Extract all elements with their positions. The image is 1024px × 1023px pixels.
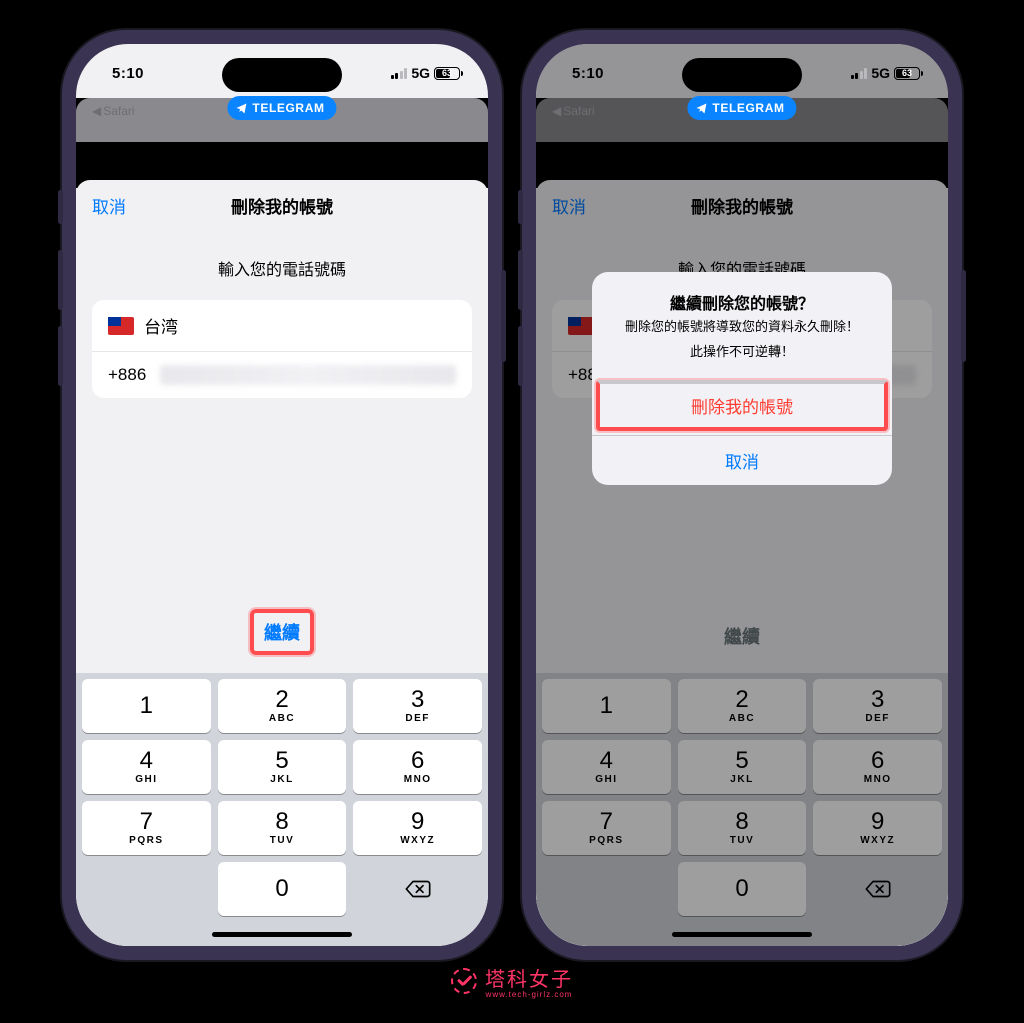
telegram-icon bbox=[235, 102, 247, 114]
numeric-keypad: 1 2ABC 3DEF 4GHI 5JKL 6MNO 7PQRS 8TUV 9W… bbox=[76, 673, 488, 922]
volume-switch bbox=[518, 190, 523, 224]
phone-row[interactable]: +886 bbox=[92, 351, 472, 398]
phone-input-card: 台湾 +886 bbox=[92, 300, 472, 398]
continue-button[interactable]: 繼續 bbox=[250, 609, 314, 655]
nav-bar: 取消 刪除我的帳號 bbox=[76, 180, 488, 230]
volume-up bbox=[58, 250, 63, 310]
dynamic-island bbox=[222, 58, 342, 92]
back-to-safari[interactable]: ◀ Safari bbox=[552, 104, 595, 118]
key-4[interactable]: 4GHI bbox=[82, 740, 211, 794]
alert-title: 繼續刪除您的帳號？ bbox=[608, 290, 876, 314]
network-label: 5G bbox=[411, 65, 430, 81]
watermark-url: www.tech-girlz.com bbox=[485, 990, 573, 999]
watermark-brand: 塔科女子 bbox=[485, 969, 573, 991]
key-9[interactable]: 9WXYZ bbox=[353, 801, 482, 855]
backspace-icon bbox=[404, 879, 432, 899]
alert-cancel-button[interactable]: 取消 bbox=[592, 435, 892, 485]
confirm-delete-alert: 繼續刪除您的帳號？ 刪除您的帳號將導致您的資料永久刪除！ 此操作不可逆轉！ 刪除… bbox=[592, 272, 892, 485]
telegram-pill[interactable]: TELEGRAM bbox=[227, 96, 336, 120]
power-button bbox=[961, 270, 966, 362]
screen-left: 5:10 5G 63 TELEGRAM ◀ Safari bbox=[76, 44, 488, 946]
key-1[interactable]: 1 bbox=[82, 679, 211, 733]
status-bar: 5:10 5G 63 bbox=[536, 44, 948, 98]
telegram-pill[interactable]: TELEGRAM bbox=[687, 96, 796, 120]
power-button bbox=[501, 270, 506, 362]
status-time: 5:10 bbox=[572, 65, 604, 82]
cancel-button[interactable]: 取消 bbox=[92, 193, 126, 218]
chevron-left-icon: ◀ bbox=[552, 104, 561, 118]
watermark-logo-icon bbox=[451, 968, 477, 994]
key-5[interactable]: 5JKL bbox=[218, 740, 347, 794]
volume-up bbox=[518, 250, 523, 310]
modal-dim-overlay bbox=[536, 44, 948, 946]
key-empty bbox=[82, 862, 211, 916]
prompt-label: 輸入您的電話號碼 bbox=[76, 256, 488, 280]
home-indicator[interactable] bbox=[76, 922, 488, 946]
key-7[interactable]: 7PQRS bbox=[82, 801, 211, 855]
network-label: 5G bbox=[871, 65, 890, 81]
dial-code: +886 bbox=[108, 365, 146, 385]
alert-delete-button[interactable]: 刪除我的帳號 bbox=[596, 380, 888, 431]
alert-message-1: 刪除您的帳號將導致您的資料永久刪除！ bbox=[625, 319, 859, 334]
modal-sheet: 取消 刪除我的帳號 輸入您的電話號碼 台湾 +886 bbox=[76, 180, 488, 946]
key-backspace[interactable] bbox=[353, 862, 482, 916]
country-label: 台湾 bbox=[144, 313, 178, 338]
pill-label: TELEGRAM bbox=[252, 101, 324, 115]
page-title: 刪除我的帳號 bbox=[76, 193, 488, 218]
back-to-safari[interactable]: ◀ Safari bbox=[92, 104, 135, 118]
volume-switch bbox=[58, 190, 63, 224]
phone-frame-right: 5:10 5G 63 TELEGRAM ◀ Safari bbox=[522, 30, 962, 960]
signal-icon bbox=[391, 68, 408, 79]
key-0[interactable]: 0 bbox=[218, 862, 347, 916]
country-row[interactable]: 台湾 bbox=[92, 300, 472, 351]
key-3[interactable]: 3DEF bbox=[353, 679, 482, 733]
battery-icon: 63 bbox=[894, 67, 920, 80]
volume-down bbox=[518, 326, 523, 386]
chevron-left-icon: ◀ bbox=[92, 104, 101, 118]
flag-icon bbox=[108, 317, 134, 335]
phone-number-input[interactable] bbox=[160, 365, 456, 385]
alert-message-2: 此操作不可逆轉！ bbox=[608, 343, 876, 362]
screen-right: 5:10 5G 63 TELEGRAM ◀ Safari bbox=[536, 44, 948, 946]
pill-label: TELEGRAM bbox=[712, 101, 784, 115]
telegram-icon bbox=[695, 102, 707, 114]
key-6[interactable]: 6MNO bbox=[353, 740, 482, 794]
phone-frame-left: 5:10 5G 63 TELEGRAM ◀ Safari bbox=[62, 30, 502, 960]
volume-down bbox=[58, 326, 63, 386]
watermark: 塔科女子 www.tech-girlz.com bbox=[451, 963, 573, 999]
key-8[interactable]: 8TUV bbox=[218, 801, 347, 855]
battery-icon: 63 bbox=[434, 67, 460, 80]
key-2[interactable]: 2ABC bbox=[218, 679, 347, 733]
status-time: 5:10 bbox=[112, 65, 144, 82]
signal-icon bbox=[851, 68, 868, 79]
